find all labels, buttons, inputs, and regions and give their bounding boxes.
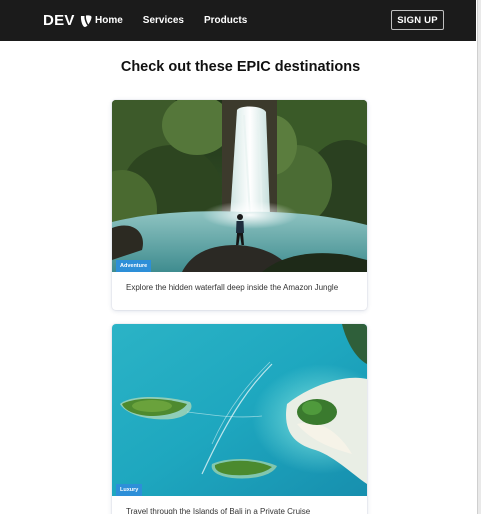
scrollbar-edge[interactable] — [477, 0, 481, 514]
brand-logo[interactable]: DEV — [43, 12, 93, 30]
nav-link-products[interactable]: Products — [204, 14, 247, 28]
page: DEV Home Services Products SIGN UP Check… — [0, 0, 481, 514]
waterfall-photo: Adventure — [112, 100, 367, 272]
navbar: DEV Home Services Products SIGN UP — [0, 0, 476, 41]
brand-text: DEV — [43, 12, 75, 29]
nav-link-services[interactable]: Services — [143, 14, 184, 28]
signup-button[interactable]: SIGN UP — [391, 10, 444, 30]
card-title[interactable]: Travel through the Islands of Bali in a … — [112, 496, 367, 514]
category-badge: Adventure — [116, 260, 152, 272]
card-title[interactable]: Explore the hidden waterfall deep inside… — [112, 272, 367, 294]
nav-links: Home Services Products — [95, 14, 267, 28]
typo3-icon — [80, 15, 92, 27]
category-badge: Luxury — [116, 484, 143, 496]
destination-card-waterfall[interactable]: Adventure Explore the hidden waterfall d… — [112, 100, 367, 310]
destination-card-islands[interactable]: Luxury Travel through the Islands of Bal… — [112, 324, 367, 514]
nav-link-home[interactable]: Home — [95, 14, 123, 28]
page-title: Check out these EPIC destinations — [120, 59, 361, 75]
islands-aerial-photo: Luxury — [112, 324, 367, 496]
